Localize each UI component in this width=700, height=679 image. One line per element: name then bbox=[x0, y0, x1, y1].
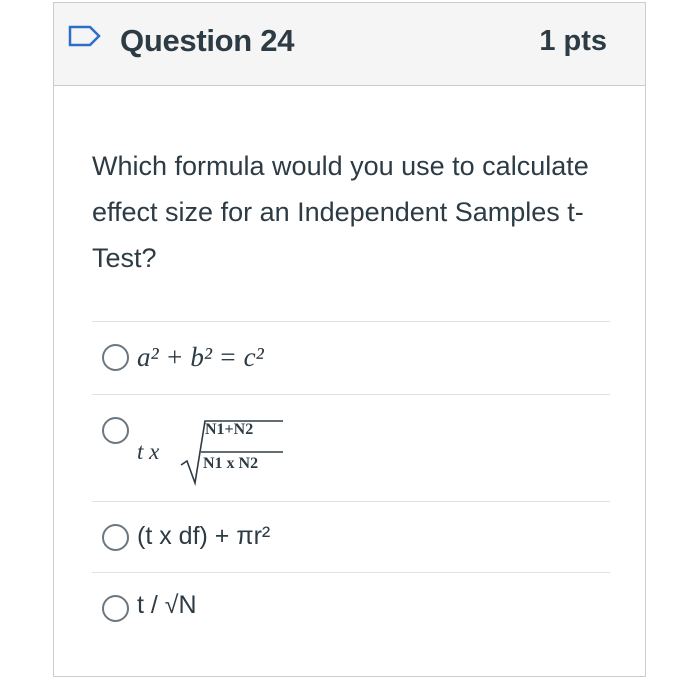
radio-button[interactable] bbox=[102, 417, 129, 444]
formula-denominator: N1 x N2 bbox=[203, 455, 259, 472]
answer-label: (t x df) + πr² bbox=[137, 522, 271, 550]
question-card: Question 24 1 pts Which formula would yo… bbox=[53, 2, 646, 677]
radio-button[interactable] bbox=[102, 595, 129, 622]
answer-label: a² + b² = c² bbox=[137, 342, 264, 372]
question-title: Question 24 bbox=[120, 23, 295, 58]
formula-lead: t x bbox=[137, 439, 160, 464]
radio-button[interactable] bbox=[102, 344, 129, 371]
answer-option-2[interactable]: t x N1+N2 N1 x N2 bbox=[92, 395, 610, 501]
answer-option-3[interactable]: (t x df) + πr² bbox=[92, 502, 610, 572]
answer-option-4[interactable]: t / √N bbox=[92, 573, 610, 643]
flag-question-icon[interactable] bbox=[68, 25, 102, 47]
answer-label: t / √N bbox=[137, 591, 197, 619]
question-header: Question 24 1 pts bbox=[54, 3, 645, 86]
radio-button[interactable] bbox=[102, 524, 129, 551]
question-text: Which formula would you use to calculate… bbox=[92, 151, 589, 273]
answer-option-1[interactable]: a² + b² = c² bbox=[92, 322, 610, 394]
question-points: 1 pts bbox=[539, 25, 607, 57]
formula-numerator: N1+N2 bbox=[205, 421, 254, 438]
